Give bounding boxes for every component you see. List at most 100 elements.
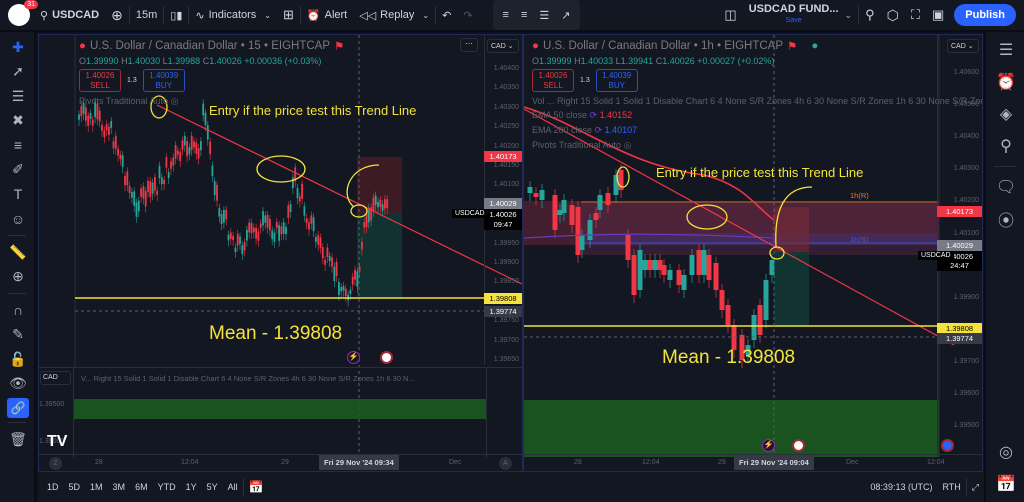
text-tool[interactable]: T	[0, 182, 36, 207]
buy-button[interactable]: 1.40039 BUY	[595, 69, 638, 92]
chats-button[interactable]: 🗨	[986, 171, 1024, 203]
pattern-tool[interactable]: ✖	[0, 109, 36, 134]
range-button-1y[interactable]: 1Y	[181, 482, 202, 492]
chart-pane-1h[interactable]: ● U.S. Dollar / Canadian Dollar • 1h • EI…	[523, 34, 983, 472]
candle	[340, 287, 343, 292]
remove-drawings-tool[interactable]: 🗑	[0, 427, 36, 452]
candle	[112, 141, 115, 149]
sell-button[interactable]: 1.40026 SELL	[79, 69, 121, 92]
object-tree-button[interactable]: ◈	[986, 98, 1024, 130]
eye-hidden-icon[interactable]: ◎	[171, 96, 179, 106]
symbol-search-button[interactable]: ⚲ USDCAD	[34, 0, 105, 31]
indicator-ema50[interactable]: EMA 50 close ⟳ 1.40152	[532, 110, 982, 121]
chart-pane-15m[interactable]: ● U.S. Dollar / Canadian Dollar • 15 • EI…	[38, 34, 523, 472]
magnet-tool[interactable]: ∩	[0, 298, 36, 323]
user-avatar[interactable]: 31	[8, 0, 38, 26]
hotlists-button[interactable]: ◎	[986, 436, 1024, 468]
buy-button[interactable]: 1.40039 BUY	[142, 69, 185, 92]
zoom-reset-button[interactable]: Z	[49, 457, 62, 470]
crosshair-tool[interactable]: ✚	[0, 35, 36, 60]
redo-button[interactable]: ↷	[457, 0, 478, 31]
currency-selector[interactable]: CAD ⌄	[487, 39, 519, 53]
layout-split-button[interactable]: ◫	[718, 0, 742, 31]
price-axis[interactable]: CAD ⌄ 1.40400 1.40350 1.40300 1.40250 1.4020…	[484, 35, 522, 365]
event-lightning-icon[interactable]: ⚡	[347, 351, 360, 364]
event-flag-ca-icon[interactable]	[380, 351, 393, 364]
candle	[110, 121, 113, 128]
layout-name-button[interactable]: USDCAD FUND... Save	[743, 0, 845, 31]
brush-tool[interactable]: ✐	[0, 158, 36, 183]
sub-indicator-legend[interactable]: V... Right 15 Solid 1 Solid 1 Disable Ch…	[81, 374, 415, 383]
clock-timezone-button[interactable]: 08:39:13 (UTC)	[865, 482, 937, 492]
auto-scale-button[interactable]: A	[499, 457, 512, 470]
candle	[172, 157, 175, 166]
zoom-in-tool[interactable]: ⊕	[0, 265, 36, 290]
range-button-1m[interactable]: 1M	[85, 482, 108, 492]
event-flag-ca-icon[interactable]	[792, 439, 805, 452]
trendline-tool[interactable]: ➚	[0, 60, 36, 85]
fav-tool-3[interactable]: ☰	[533, 0, 555, 31]
indicator-ema200[interactable]: EMA 200 close ⟳ 1.40107	[532, 125, 982, 136]
range-button-5d[interactable]: 5D	[64, 482, 86, 492]
fullscreen-button[interactable]: ⛶	[905, 0, 926, 31]
fib-tool[interactable]: ≡	[0, 133, 36, 158]
fav-tool-4[interactable]: ↗	[555, 0, 576, 31]
candle	[124, 175, 126, 186]
compare-button[interactable]: ⊕	[105, 0, 129, 31]
streams-button[interactable]: ⦿	[986, 203, 1024, 235]
tradingview-logo[interactable]: TV	[47, 433, 67, 451]
interval-button[interactable]: 15m	[130, 0, 163, 31]
sync-drawings-tool[interactable]: 🔗	[7, 398, 29, 418]
range-button-1d[interactable]: 1D	[42, 482, 64, 492]
indicators-icon: ∿	[195, 9, 205, 22]
range-button-6m[interactable]: 6M	[130, 482, 153, 492]
flag-marker-icon[interactable]: ⚑	[787, 39, 797, 53]
time-axis[interactable]: 28 12:04 29 Fri 29 Nov '24 09:04 Dec 12:…	[524, 454, 982, 471]
calendar-button[interactable]: 📅	[986, 468, 1024, 500]
goto-date-button[interactable]: 📅	[244, 480, 269, 494]
candle	[144, 190, 147, 207]
fav-tool-2[interactable]: ≡	[515, 0, 533, 31]
currency-selector[interactable]: CAD ⌄	[947, 39, 979, 53]
chevron-down-icon[interactable]: ⌄	[845, 10, 853, 21]
alert-button[interactable]: ⏰ Alert	[301, 0, 353, 31]
range-button-all[interactable]: All	[223, 482, 243, 492]
session-button[interactable]: RTH	[937, 482, 965, 492]
emoji-tool[interactable]: ☺	[0, 207, 36, 232]
range-button-ytd[interactable]: YTD	[153, 482, 181, 492]
replay-button[interactable]: ◁◁ Replay ⌄	[353, 0, 435, 31]
snapshot-button[interactable]: ▣	[926, 0, 950, 31]
measure-tool[interactable]: 📏	[0, 240, 36, 265]
templates-button[interactable]: ⊞	[277, 0, 300, 31]
ideas-button[interactable]: ⚲	[986, 130, 1024, 162]
eye-hidden-icon[interactable]: ◎	[624, 140, 632, 150]
flag-marker-icon[interactable]: ⚑	[334, 39, 344, 53]
hide-drawings-tool[interactable]: 👁	[0, 372, 36, 397]
publish-button[interactable]: Publish	[954, 4, 1016, 26]
time-axis[interactable]: Z 28 12:04 29 Fri 29 Nov '24 09:34 Dec A	[39, 454, 522, 471]
fav-tool-1[interactable]: ≡	[497, 0, 515, 31]
candle	[140, 188, 142, 197]
alerts-button[interactable]: ⏰	[986, 66, 1024, 98]
horizontal-lines-tool[interactable]: ☰	[0, 84, 36, 109]
sub-currency-selector[interactable]: CAD	[40, 371, 71, 385]
watchlist-button[interactable]: ☰	[986, 34, 1024, 66]
price-axis[interactable]: CAD ⌄ 1.40600 1.40500 1.40400 1.40300 1.4020…	[937, 35, 982, 457]
indicators-button[interactable]: ∿ Indicators ⌄	[189, 0, 277, 31]
event-lightning-icon[interactable]: ⚡	[762, 439, 775, 452]
range-button-5y[interactable]: 5Y	[202, 482, 223, 492]
maximize-panel-button[interactable]: ⤢	[967, 482, 984, 493]
sell-button[interactable]: 1.40026 SELL	[532, 69, 574, 92]
more-options-button[interactable]: ⋯	[460, 38, 478, 52]
indicator-pivots[interactable]: Pivots Traditional Auto ◎	[532, 140, 982, 151]
lock-drawings-tool[interactable]: 🔓	[0, 347, 36, 372]
stay-drawing-tool[interactable]: ✎	[0, 323, 36, 348]
indicator-subpane[interactable]: CAD V... Right 15 Solid 1 Solid 1 Disabl…	[39, 367, 522, 458]
price-tick: 1.39700	[953, 357, 979, 365]
range-button-3m[interactable]: 3M	[108, 482, 131, 492]
undo-button[interactable]: ↶	[436, 0, 457, 31]
settings-button[interactable]: ⬡	[881, 0, 905, 31]
quick-search-button[interactable]: ⚲	[859, 0, 881, 31]
chart-type-button[interactable]: ▯▮	[164, 0, 188, 31]
indicator-vol-sr[interactable]: Vol ... Right 15 Solid 1 Solid 1 Disable…	[532, 96, 982, 106]
